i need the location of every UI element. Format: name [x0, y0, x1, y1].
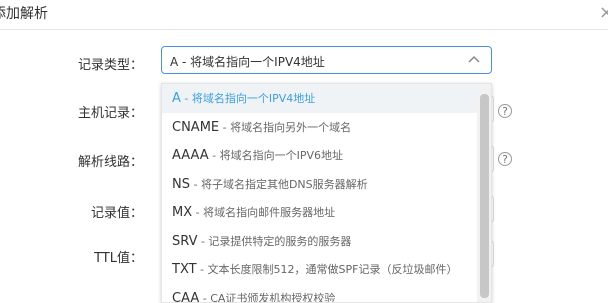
scrollbar-thumb[interactable] — [480, 94, 489, 298]
option-desc: - 将域名指向另外一个域名 — [219, 121, 351, 134]
record-type-select[interactable]: A - 将域名指向一个IPV4地址 — [161, 46, 492, 74]
close-icon[interactable]: × — [599, 2, 608, 23]
option-desc: - CA证书颁发机构授权校验 — [199, 292, 335, 303]
chevron-up-icon — [467, 53, 481, 67]
record-type-dropdown: A - 将域名指向一个IPV4地址 CNAME - 将域名指向另外一个域名 AA… — [161, 83, 492, 303]
option-code: SRV — [172, 234, 197, 249]
option-code: NS — [172, 177, 190, 192]
option-code: AAAA — [172, 148, 209, 163]
dropdown-option-txt[interactable]: TXT - 文本长度限制512，通常做SPF记录（反垃圾邮件） — [162, 255, 478, 284]
option-code: CAA — [172, 291, 199, 303]
record-type-selected-value: A - 将域名指向一个IPV4地址 — [170, 53, 325, 70]
dropdown-option-a[interactable]: A - 将域名指向一个IPV4地址 — [162, 84, 478, 113]
dropdown-option-ns[interactable]: NS - 将子域名指定其他DNS服务器解析 — [162, 170, 478, 199]
ttl-label: TTL值： — [53, 247, 143, 266]
resolve-line-label: 解析线路： — [53, 151, 143, 170]
option-code: A — [172, 91, 181, 106]
option-desc: - 记录提供特定的服务的服务器 — [197, 235, 351, 248]
option-desc: - 将域名指向邮件服务器地址 — [192, 206, 335, 219]
option-desc: - 将子域名指定其他DNS服务器解析 — [190, 178, 368, 191]
host-record-label: 主机记录： — [53, 102, 143, 121]
dropdown-option-srv[interactable]: SRV - 记录提供特定的服务的服务器 — [162, 227, 478, 256]
record-type-label: 记录类型： — [53, 54, 143, 73]
dropdown-option-caa[interactable]: CAA - CA证书颁发机构授权校验 — [162, 284, 478, 303]
option-desc: - 将域名指向一个IPV6地址 — [209, 149, 343, 162]
dropdown-option-cname[interactable]: CNAME - 将域名指向另外一个域名 — [162, 113, 478, 142]
help-icon[interactable]: ? — [498, 152, 512, 166]
dialog-header: 添加解析 × — [0, 0, 608, 30]
help-icon[interactable]: ? — [498, 104, 512, 118]
option-desc: - 文本长度限制512，通常做SPF记录（反垃圾邮件） — [197, 263, 458, 276]
option-code: TXT — [172, 262, 197, 277]
dropdown-option-aaaa[interactable]: AAAA - 将域名指向一个IPV6地址 — [162, 141, 478, 170]
option-desc: - 将域名指向一个IPV4地址 — [181, 92, 315, 105]
record-value-label: 记录值： — [53, 202, 143, 221]
option-code: CNAME — [172, 120, 219, 135]
option-code: MX — [172, 205, 192, 220]
dropdown-option-mx[interactable]: MX - 将域名指向邮件服务器地址 — [162, 198, 478, 227]
dropdown-scrollbar[interactable] — [477, 84, 491, 302]
dialog-title: 添加解析 — [0, 3, 48, 23]
